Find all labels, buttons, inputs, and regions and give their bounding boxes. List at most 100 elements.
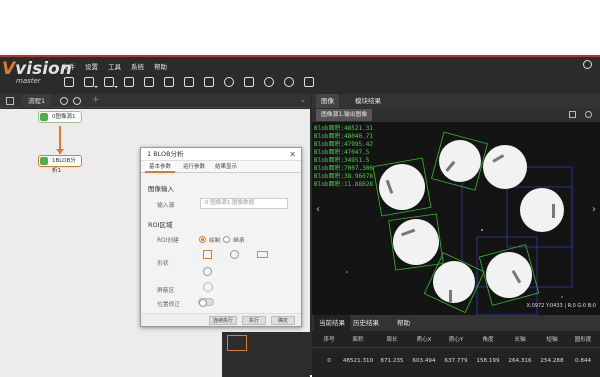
global-variable-icon[interactable] [184, 77, 194, 87]
table-cell: 264.316 [508, 358, 532, 364]
run-button[interactable]: 执行 [242, 316, 266, 325]
menu-settings[interactable]: 设置 [85, 61, 98, 71]
flow-arrowhead [56, 149, 64, 154]
blob-analysis-dialog: 1 BLOB分析 ✕ 基本参数 运行参数 结果显示 图像输入 输入源 0 图像源… [140, 147, 302, 327]
flow-minimap[interactable] [222, 332, 310, 377]
right-tab-bar: 图像 模块结果 [312, 94, 600, 108]
tab-current-results[interactable]: 当前结果 [314, 315, 350, 331]
close-icon[interactable]: ✕ [289, 148, 296, 161]
node-blob-analysis[interactable]: 1BLOB分析1 [38, 155, 82, 174]
run-loop-icon[interactable] [284, 77, 294, 87]
col-header: 长轴 [514, 337, 526, 343]
node-image-source[interactable]: 0图像源1 [38, 111, 82, 123]
menu-tools[interactable]: 工具 [108, 61, 121, 71]
col-header: 序号 [323, 337, 335, 343]
folder-icon[interactable] [84, 77, 98, 88]
tab-help[interactable]: 帮助 [392, 315, 415, 331]
mask-disabled-icon[interactable] [203, 282, 213, 292]
tab-basic-params[interactable]: 基本参数 [145, 161, 176, 173]
table-cell: 0 [327, 358, 331, 364]
table-cell: 158.199 [476, 358, 500, 364]
module-icon[interactable] [144, 77, 154, 87]
tab-module-results[interactable]: 模块结果 [350, 94, 386, 108]
pixel-coordinate-readout: X:0972 Y:0433 | R:0 G:0 B:0 [526, 303, 597, 309]
table-cell: 0.844 [574, 358, 591, 364]
roi-inherit-radio[interactable] [223, 236, 230, 243]
loop-flow-icon[interactable] [73, 97, 81, 105]
report-icon[interactable] [304, 77, 314, 87]
continuous-run-button[interactable]: 连续执行 [209, 316, 237, 325]
run-once-icon[interactable] [264, 77, 274, 87]
blob-3 [483, 145, 527, 189]
section-roi: ROI区域 [148, 221, 173, 229]
image-source-icon[interactable] [104, 77, 118, 88]
roi-draw-radio[interactable] [199, 236, 206, 243]
results-table: 序号 面积 周长 质心X 质心Y 角度 长轴 短轴 圆形度 0 48521.31… [312, 331, 600, 377]
image-source-selector[interactable]: 图像源1.输出图像 [316, 109, 373, 121]
table-cell: 871.235 [380, 358, 404, 364]
menu-system[interactable]: 系统 [131, 61, 144, 71]
col-header: 面积 [352, 337, 364, 343]
roi-create-label: ROI创建 [157, 238, 179, 244]
app-logo: Vvision master [2, 59, 72, 89]
rectangle-shape-icon[interactable] [203, 250, 212, 259]
save-icon[interactable] [64, 77, 74, 87]
next-image-icon[interactable]: › [592, 204, 596, 215]
table-cell: 637.779 [444, 358, 468, 364]
tab-result-display[interactable]: 结果显示 [211, 161, 241, 173]
table-divider [312, 347, 600, 348]
io-icon[interactable] [204, 77, 214, 87]
node-label: 0图像源1 [52, 114, 76, 120]
run-flow-icon[interactable] [60, 97, 68, 105]
col-header: 质心X [416, 337, 432, 343]
col-header: 角度 [482, 337, 494, 343]
col-header: 周长 [386, 337, 398, 343]
app-window: Vvision master 文件 设置 工具 系统 帮助 流程1 + ⌄ 0图… [0, 55, 600, 377]
annulus-shape-icon[interactable] [203, 267, 212, 276]
rect-shape-icon[interactable] [257, 251, 268, 258]
input-source-select[interactable]: 0 图像源1.图像数据 [200, 198, 288, 209]
calibration-icon[interactable] [244, 77, 254, 87]
tab-run-params[interactable]: 运行参数 [179, 161, 209, 173]
blob-1 [372, 157, 432, 217]
add-flow-icon[interactable]: + [92, 95, 100, 105]
menu-bar: Vvision master 文件 设置 工具 系统 帮助 [0, 57, 600, 85]
tab-flow-1[interactable]: 流程1 [22, 94, 52, 108]
flow-icon[interactable] [124, 77, 134, 87]
cloud-icon[interactable] [583, 60, 592, 69]
menu-file[interactable]: 文件 [62, 61, 75, 71]
communication-icon[interactable] [224, 77, 234, 87]
table-cell: 254.288 [540, 358, 564, 364]
zoom-icon[interactable] [585, 111, 592, 118]
fit-view-icon[interactable] [569, 111, 576, 118]
image-subbar: 图像源1.输出图像 [312, 108, 600, 122]
position-fix-label: 位置修正 [157, 302, 181, 308]
node-label: 1BLOB分析1 [52, 158, 76, 174]
flow-tab-bar: 流程1 + ⌄ [0, 94, 310, 108]
blob-6 [423, 252, 485, 314]
prev-image-icon[interactable]: ‹ [316, 204, 320, 215]
input-source-value: 0 图像源1.图像数据 [205, 200, 254, 206]
blob-2 [431, 131, 488, 191]
dialog-tabs: 基本参数 运行参数 结果显示 [141, 161, 301, 173]
mask-label: 屏蔽区 [157, 288, 175, 294]
camera-icon[interactable] [164, 77, 174, 87]
node-blob-icon [40, 157, 48, 165]
minimap-viewport[interactable] [227, 335, 247, 351]
flow-tree-icon[interactable] [6, 97, 14, 105]
position-fix-toggle[interactable] [198, 298, 214, 307]
roi-draw-label: 绘制 [209, 238, 221, 244]
chevron-down-icon[interactable]: ⌄ [300, 96, 306, 104]
col-header: 质心Y [448, 337, 464, 343]
input-source-label: 输入源 [157, 203, 175, 209]
blob-5 [388, 213, 444, 271]
circle-shape-icon[interactable] [230, 250, 239, 259]
ok-button[interactable]: 确定 [271, 316, 295, 325]
col-header: 短轴 [546, 337, 558, 343]
dialog-footer: 连续执行 执行 确定 [141, 313, 301, 326]
menu-help[interactable]: 帮助 [154, 61, 167, 71]
dialog-title: 1 BLOB分析 [147, 150, 184, 158]
roi-inherit-label: 继承 [233, 238, 245, 244]
tab-image[interactable]: 图像 [316, 94, 339, 108]
tab-history-results[interactable]: 历史结果 [348, 315, 384, 331]
